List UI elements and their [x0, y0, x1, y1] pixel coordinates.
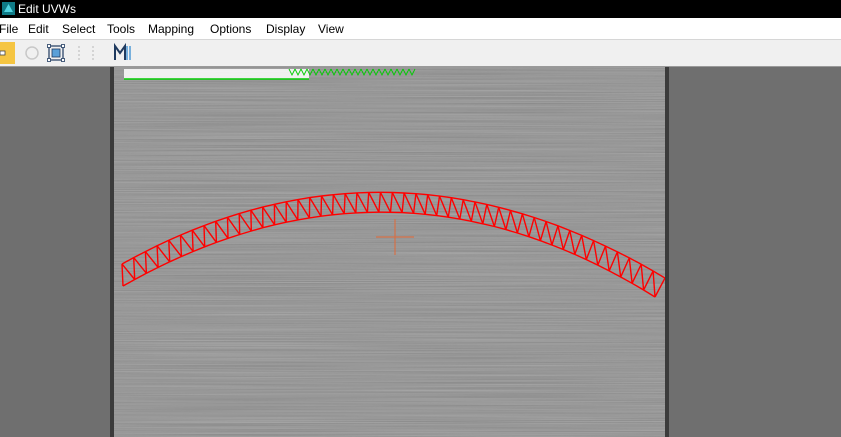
menu-tools[interactable]: Tools: [107, 22, 135, 36]
uv-edge: [179, 235, 183, 257]
menu-edit[interactable]: Edit: [28, 22, 49, 36]
uv-edge: [226, 217, 229, 239]
rotate-icon[interactable]: [21, 42, 43, 64]
menu-bar: File Edit Select Tools Mapping Options D…: [0, 18, 841, 40]
uv-edge: [320, 195, 323, 217]
uv-edge: [133, 257, 136, 280]
app-icon: [2, 2, 15, 15]
uv-edge: [168, 240, 171, 262]
brushed-metal-texture: [114, 67, 665, 437]
scale-icon[interactable]: [73, 42, 99, 64]
window-title: Edit UVWs: [18, 2, 77, 16]
mirror-icon[interactable]: [112, 42, 134, 64]
uv-edge: [203, 225, 206, 247]
menu-file[interactable]: File: [0, 22, 18, 36]
uv-edge: [343, 193, 346, 214]
menu-options[interactable]: Options: [210, 22, 251, 36]
uv-edge: [121, 263, 124, 287]
menu-display[interactable]: Display: [266, 22, 305, 36]
title-bar: Edit UVWs: [0, 0, 841, 18]
uv-canvas[interactable]: [114, 67, 665, 437]
toolbar: [0, 40, 841, 67]
uv-edge: [144, 251, 148, 274]
freeform-icon[interactable]: [45, 42, 67, 64]
uv-edge: [215, 221, 218, 243]
menu-select[interactable]: Select: [62, 22, 95, 36]
uv-edge: [156, 245, 159, 268]
menu-mapping[interactable]: Mapping: [148, 22, 194, 36]
menu-view[interactable]: View: [318, 22, 344, 36]
uv-edge: [191, 230, 194, 252]
uv-edge: [331, 194, 334, 215]
move-icon[interactable]: [0, 42, 15, 64]
uv-viewport[interactable]: [114, 67, 665, 437]
uv-edge: [238, 213, 241, 235]
